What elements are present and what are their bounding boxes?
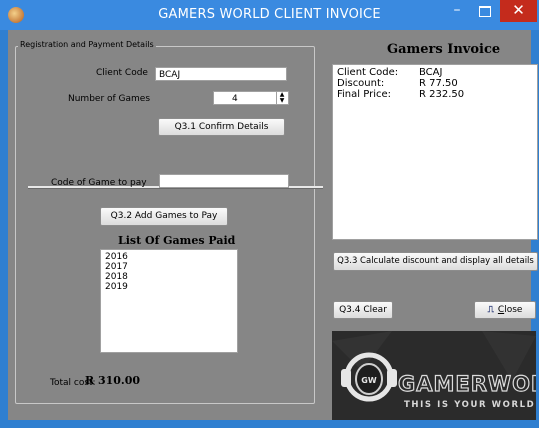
logo-graphic: GW GAMERWORLD THIS IS YOUR WORLD <box>332 331 536 420</box>
add-games-button[interactable]: Q3.2 Add Games to Pay <box>100 207 228 226</box>
close-button[interactable]: ⎍ Close <box>474 301 536 319</box>
logo-tagline: THIS IS YOUR WORLD <box>404 400 535 410</box>
total-cost-value: R 310.00 <box>85 374 141 387</box>
minimize-button[interactable]: – <box>443 0 471 22</box>
invoice-row: Client Code: BCAJ <box>337 67 533 78</box>
game-code-input[interactable] <box>159 174 289 188</box>
calculate-discount-button[interactable]: Q3.3 Calculate discount and display all … <box>333 252 538 271</box>
game-code-label: Code of Game to pay <box>51 178 147 188</box>
invoice-row-value: R 232.50 <box>419 89 465 100</box>
invoice-row-key: Final Price: <box>337 89 391 100</box>
list-item[interactable]: 2016 <box>105 252 233 262</box>
maximize-button[interactable] <box>471 0 499 22</box>
games-list-title: List Of Games Paid <box>118 234 236 247</box>
door-exit-icon: ⎍ <box>487 305 494 315</box>
logo-badge: GW <box>361 376 377 385</box>
title-bar[interactable]: GAMERS WORLD CLIENT INVOICE – ✕ <box>0 0 539 30</box>
left-panel: Registration and Payment Details Client … <box>8 30 323 420</box>
client-code-input[interactable]: BCAJ <box>155 67 287 81</box>
invoice-memo[interactable]: Client Code: BCAJ Discount: R 77.50 Fina… <box>332 64 538 240</box>
confirm-details-button[interactable]: Q3.1 Confirm Details <box>158 118 285 136</box>
invoice-row-key: Client Code: <box>337 67 399 78</box>
num-games-label: Number of Games <box>68 94 151 104</box>
list-item[interactable]: 2018 <box>105 272 233 282</box>
games-paid-list[interactable]: 2016 2017 2018 2019 <box>100 249 238 353</box>
list-item[interactable]: 2019 <box>105 282 233 292</box>
invoice-title: Gamers Invoice <box>387 42 501 57</box>
clear-button[interactable]: Q3.4 Clear <box>333 301 393 319</box>
client-area: Registration and Payment Details Client … <box>8 30 538 420</box>
maximize-icon <box>479 6 491 17</box>
invoice-row-value: R 77.50 <box>419 78 458 89</box>
logo-brand-text: GAMERWORLD <box>398 372 536 396</box>
invoice-row-value: BCAJ <box>419 67 443 78</box>
invoice-window: GAMERS WORLD CLIENT INVOICE – ✕ Registra… <box>0 0 539 428</box>
spin-down-icon[interactable]: ▼ <box>280 98 285 104</box>
close-window-button[interactable]: ✕ <box>500 0 537 22</box>
list-item[interactable]: 2017 <box>105 262 233 272</box>
close-button-label: lose <box>504 305 523 315</box>
client-code-label: Client Code <box>96 68 148 78</box>
num-games-value: 4 <box>232 94 238 104</box>
invoice-row: Final Price: R 232.50 <box>337 89 533 100</box>
spinner-arrows-icon[interactable]: ▲ ▼ <box>276 91 287 105</box>
registration-group-label: Registration and Payment Details <box>18 40 156 49</box>
gamerworld-logo: GW GAMERWORLD THIS IS YOUR WORLD <box>332 331 536 420</box>
invoice-row-key: Discount: <box>337 78 385 89</box>
invoice-row: Discount: R 77.50 <box>337 78 533 89</box>
